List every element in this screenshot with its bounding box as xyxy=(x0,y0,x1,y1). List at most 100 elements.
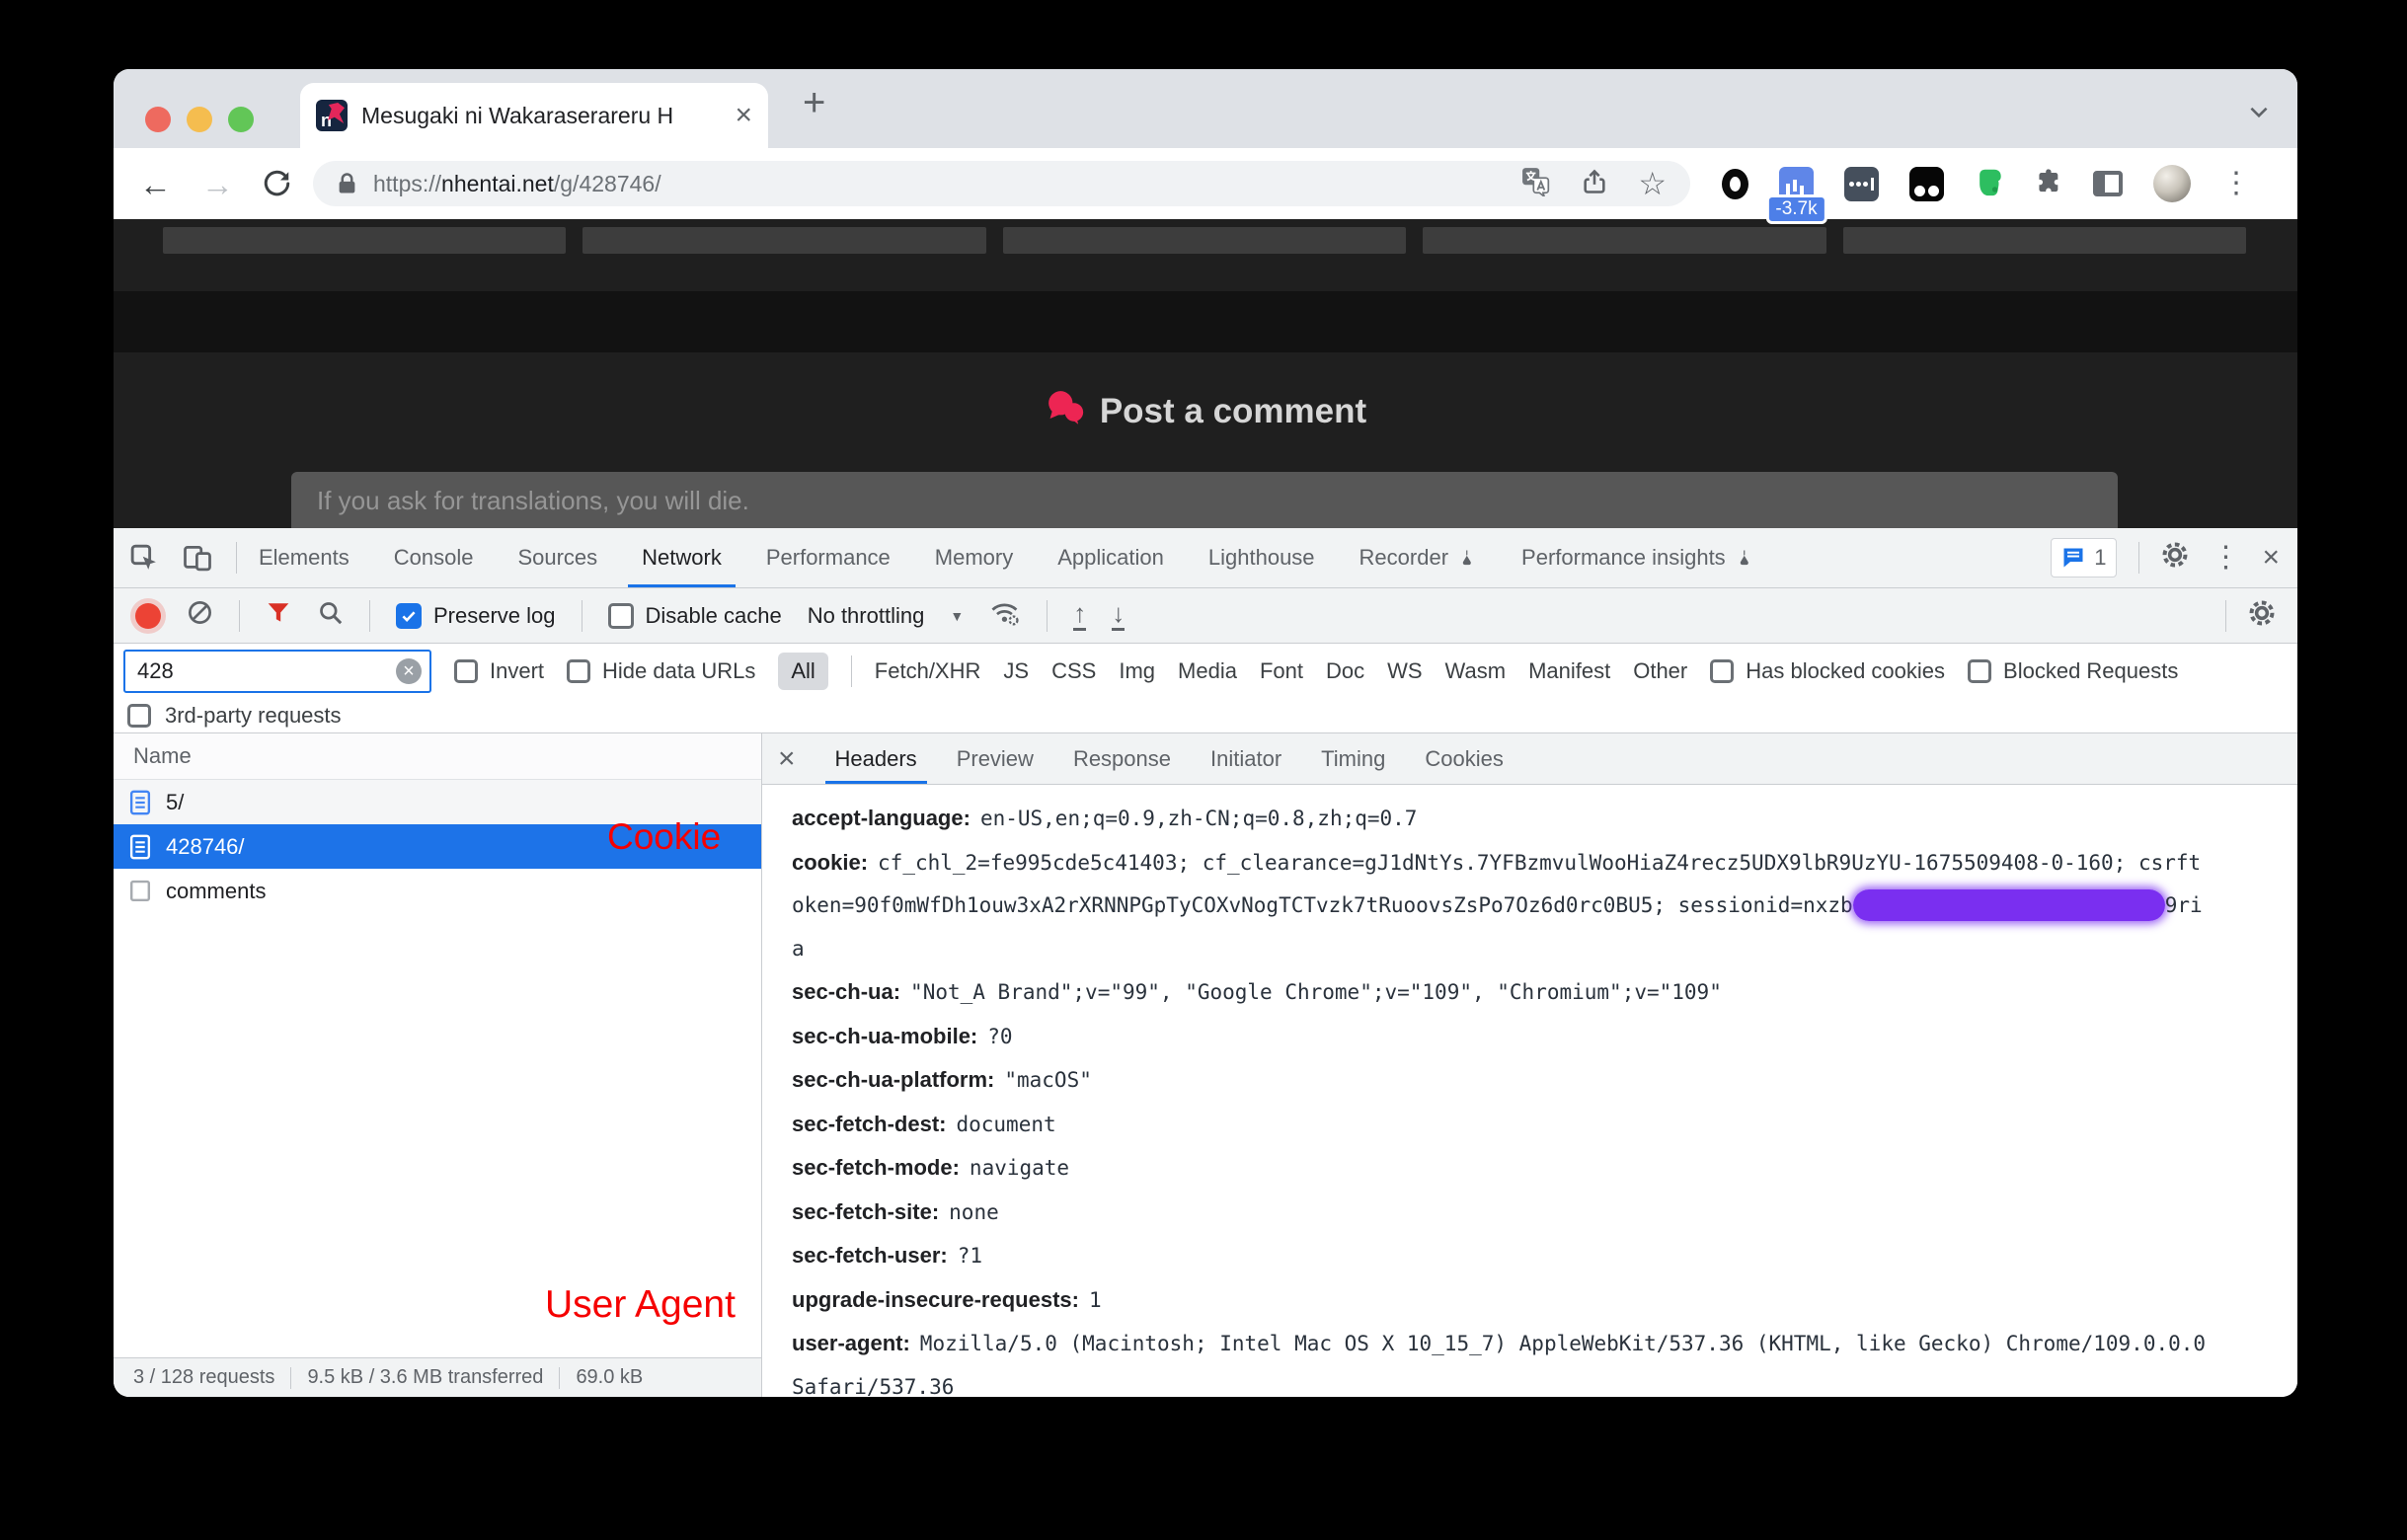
tab-sources[interactable]: Sources xyxy=(517,528,597,587)
tab-performance[interactable]: Performance xyxy=(766,528,891,587)
request-details-panel: × Headers Preview Response Initiator Tim… xyxy=(762,733,2297,1397)
filter-chip-media[interactable]: Media xyxy=(1178,658,1237,684)
tab-search-chevron-icon[interactable] xyxy=(2246,99,2272,129)
document-icon xyxy=(129,879,151,904)
header-sec-fetch-dest: sec-fetch-dest:document xyxy=(792,1103,2286,1147)
import-har-icon[interactable]: ↑ xyxy=(1073,600,1086,631)
extension-evernote-icon[interactable] xyxy=(1975,166,2004,202)
filter-chip-js[interactable]: JS xyxy=(1003,658,1029,684)
filter-chip-ws[interactable]: WS xyxy=(1387,658,1422,684)
extension-tampermonkey-icon[interactable] xyxy=(1909,167,1944,201)
tab-lighthouse[interactable]: Lighthouse xyxy=(1208,528,1315,587)
screenshot-background: n Mesugaki ni Wakaraserareru H × + ← → xyxy=(0,0,2407,1540)
filter-chip-all[interactable]: All xyxy=(778,653,827,690)
filter-chip-wasm[interactable]: Wasm xyxy=(1445,658,1507,684)
comment-textarea[interactable] xyxy=(291,472,2118,528)
tab-elements[interactable]: Elements xyxy=(259,528,349,587)
filter-input[interactable] xyxy=(135,657,396,685)
hide-data-urls-checkbox[interactable]: Hide data URLs xyxy=(567,658,755,684)
devtools-menu-icon[interactable]: ⋮ xyxy=(2211,543,2240,573)
request-row[interactable]: comments xyxy=(114,869,761,913)
network-status-bar: 3 / 128 requests 9.5 kB / 3.6 MB transfe… xyxy=(114,1357,761,1397)
extension-o-icon[interactable] xyxy=(1722,169,1748,199)
thumbnail-caption-bar xyxy=(1843,227,2246,254)
tab-headers[interactable]: Headers xyxy=(835,733,917,784)
tab-network[interactable]: Network xyxy=(642,528,722,587)
search-icon[interactable] xyxy=(317,599,344,632)
tab-initiator[interactable]: Initiator xyxy=(1210,733,1281,784)
document-icon xyxy=(129,834,151,860)
network-settings-gear-icon[interactable] xyxy=(2248,599,2276,633)
tab-timing[interactable]: Timing xyxy=(1321,733,1385,784)
invert-checkbox[interactable]: Invert xyxy=(454,658,544,684)
tab-console[interactable]: Console xyxy=(394,528,474,587)
chrome-menu-icon[interactable]: ⋮ xyxy=(2221,169,2251,198)
document-icon xyxy=(129,790,151,815)
filter-chip-other[interactable]: Other xyxy=(1633,658,1687,684)
macos-minimize-button[interactable] xyxy=(187,107,212,132)
disable-cache-checkbox[interactable]: Disable cache xyxy=(608,603,782,629)
filter-chip-css[interactable]: CSS xyxy=(1051,658,1096,684)
tab-cookies[interactable]: Cookies xyxy=(1425,733,1503,784)
translate-icon[interactable] xyxy=(1521,167,1551,201)
header-user-agent: user-agent:Mozilla/5.0 (Macintosh; Intel… xyxy=(792,1322,2286,1397)
extensions-puzzle-icon[interactable] xyxy=(2035,168,2062,200)
export-har-icon[interactable]: ↓ xyxy=(1112,600,1125,631)
device-toolbar-icon[interactable] xyxy=(183,543,212,573)
preserve-log-checkbox[interactable]: Preserve log xyxy=(396,603,556,629)
issues-counter[interactable]: 1 xyxy=(2051,538,2117,578)
tab-close-icon[interactable]: × xyxy=(735,101,752,130)
extension-stats-icon[interactable]: -3.7k xyxy=(1779,167,1814,201)
tab-preview[interactable]: Preview xyxy=(957,733,1034,784)
throttling-dropdown[interactable]: No throttling xyxy=(808,603,925,629)
forward-icon[interactable]: → xyxy=(201,168,234,200)
close-details-icon[interactable]: × xyxy=(778,744,796,774)
tab-application[interactable]: Application xyxy=(1057,528,1164,587)
clear-log-icon[interactable] xyxy=(187,599,213,632)
record-button[interactable] xyxy=(135,603,161,629)
inspect-element-icon[interactable] xyxy=(129,543,159,573)
blocked-requests-checkbox[interactable]: Blocked Requests xyxy=(1968,658,2178,684)
profile-avatar[interactable] xyxy=(2153,165,2191,202)
browser-tab[interactable]: n Mesugaki ni Wakaraserareru H × xyxy=(300,83,768,148)
url-bar[interactable]: https://nhentai.net/g/428746/ ☆ xyxy=(313,161,1690,206)
tab-performance-insights[interactable]: Performance insights xyxy=(1521,528,1754,587)
filter-funnel-icon[interactable] xyxy=(266,600,291,632)
clear-filter-icon[interactable]: × xyxy=(396,658,422,684)
filter-chip-doc[interactable]: Doc xyxy=(1326,658,1364,684)
tab-recorder[interactable]: Recorder xyxy=(1359,528,1477,587)
details-tabbar: × Headers Preview Response Initiator Tim… xyxy=(762,733,2297,785)
filter-chip-manifest[interactable]: Manifest xyxy=(1528,658,1610,684)
extension-dots-icon[interactable] xyxy=(1844,167,1879,201)
third-party-checkbox[interactable] xyxy=(127,704,151,728)
has-blocked-cookies-checkbox[interactable]: Has blocked cookies xyxy=(1710,658,1945,684)
tab-memory[interactable]: Memory xyxy=(935,528,1013,587)
share-icon[interactable] xyxy=(1581,168,1608,200)
extension-badge: -3.7k xyxy=(1765,194,1826,224)
reload-icon[interactable] xyxy=(262,169,291,198)
filter-chip-font[interactable]: Font xyxy=(1260,658,1303,684)
tab-response[interactable]: Response xyxy=(1073,733,1171,784)
lock-icon[interactable] xyxy=(337,172,357,195)
name-column-header[interactable]: Name xyxy=(114,733,761,780)
new-tab-button[interactable]: + xyxy=(803,81,825,125)
experiment-flask-icon xyxy=(1457,547,1477,569)
filter-chip-img[interactable]: Img xyxy=(1119,658,1155,684)
resources-size: 69.0 kB xyxy=(576,1366,643,1389)
header-upgrade-insecure-requests: upgrade-insecure-requests:1 xyxy=(792,1278,2286,1323)
annotation-user-agent: User Agent xyxy=(545,1283,736,1327)
dropdown-arrow-icon[interactable]: ▼ xyxy=(950,608,964,624)
devtools-close-icon[interactable]: × xyxy=(2262,543,2280,573)
back-icon[interactable]: ← xyxy=(139,168,172,200)
bookmark-star-icon[interactable]: ☆ xyxy=(1638,168,1667,199)
macos-zoom-button[interactable] xyxy=(228,107,254,132)
redacted-session-id: 0000000000000000000000000 xyxy=(1853,889,2165,921)
thumbnail-caption-bar xyxy=(1003,227,1406,254)
filter-chip-fetch[interactable]: Fetch/XHR xyxy=(875,658,981,684)
devtools-settings-gear-icon[interactable] xyxy=(2161,541,2189,575)
macos-close-button[interactable] xyxy=(145,107,171,132)
side-panel-icon[interactable] xyxy=(2093,171,2123,196)
network-conditions-icon[interactable] xyxy=(989,599,1021,633)
browser-toolbar: ← → https://nhentai.net/g/428746/ ☆ xyxy=(114,148,2297,219)
network-toolbar: Preserve log Disable cache No throttling… xyxy=(114,588,2297,644)
